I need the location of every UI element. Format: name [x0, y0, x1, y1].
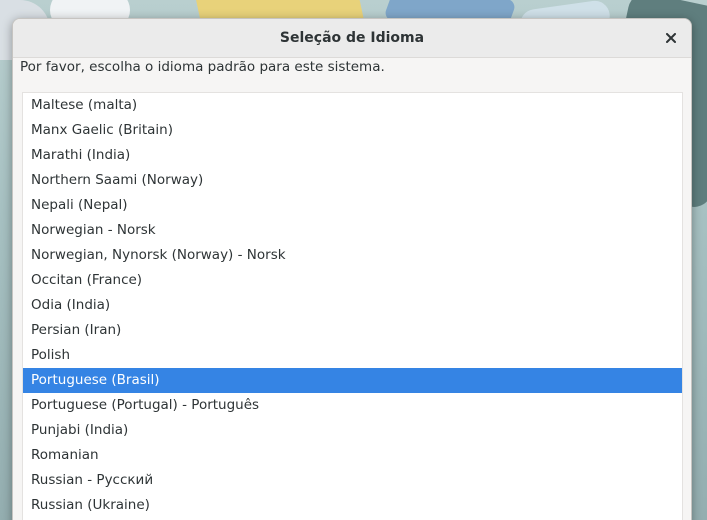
list-item-selected[interactable]: Portuguese (Brasil): [23, 368, 682, 393]
list-item[interactable]: Russian (Ukraine): [23, 493, 682, 518]
list-item[interactable]: Nepali (Nepal): [23, 193, 682, 218]
list-item[interactable]: Occitan (France): [23, 268, 682, 293]
close-button[interactable]: [659, 26, 683, 50]
list-item[interactable]: Manx Gaelic (Britain): [23, 118, 682, 143]
language-list[interactable]: Maltese (malta) Manx Gaelic (Britain) Mara…: [22, 92, 683, 520]
list-item[interactable]: Norwegian - Norsk: [23, 218, 682, 243]
language-list-items: Maltese (malta) Manx Gaelic (Britain) Mara…: [23, 93, 682, 518]
list-item[interactable]: Marathi (India): [23, 143, 682, 168]
language-selection-dialog: Seleção de Idioma Por favor, escolha o i…: [12, 18, 692, 520]
list-item[interactable]: Odia (India): [23, 293, 682, 318]
list-item[interactable]: Northern Saami (Norway): [23, 168, 682, 193]
dialog-titlebar[interactable]: Seleção de Idioma: [13, 19, 691, 58]
list-item[interactable]: Romanian: [23, 443, 682, 468]
list-item[interactable]: Portuguese (Portugal) - Português: [23, 393, 682, 418]
close-icon: [666, 33, 676, 43]
dialog-prompt: Por favor, escolha o idioma padrão para …: [20, 59, 385, 75]
list-item[interactable]: Norwegian, Nynorsk (Norway) - Norsk: [23, 243, 682, 268]
dialog-title: Seleção de Idioma: [279, 30, 425, 46]
list-item[interactable]: Persian (Iran): [23, 318, 682, 343]
list-item[interactable]: Polish: [23, 343, 682, 368]
list-item[interactable]: Russian - Русский: [23, 468, 682, 493]
list-item[interactable]: Punjabi (India): [23, 418, 682, 443]
list-item[interactable]: Maltese (malta): [23, 93, 682, 118]
